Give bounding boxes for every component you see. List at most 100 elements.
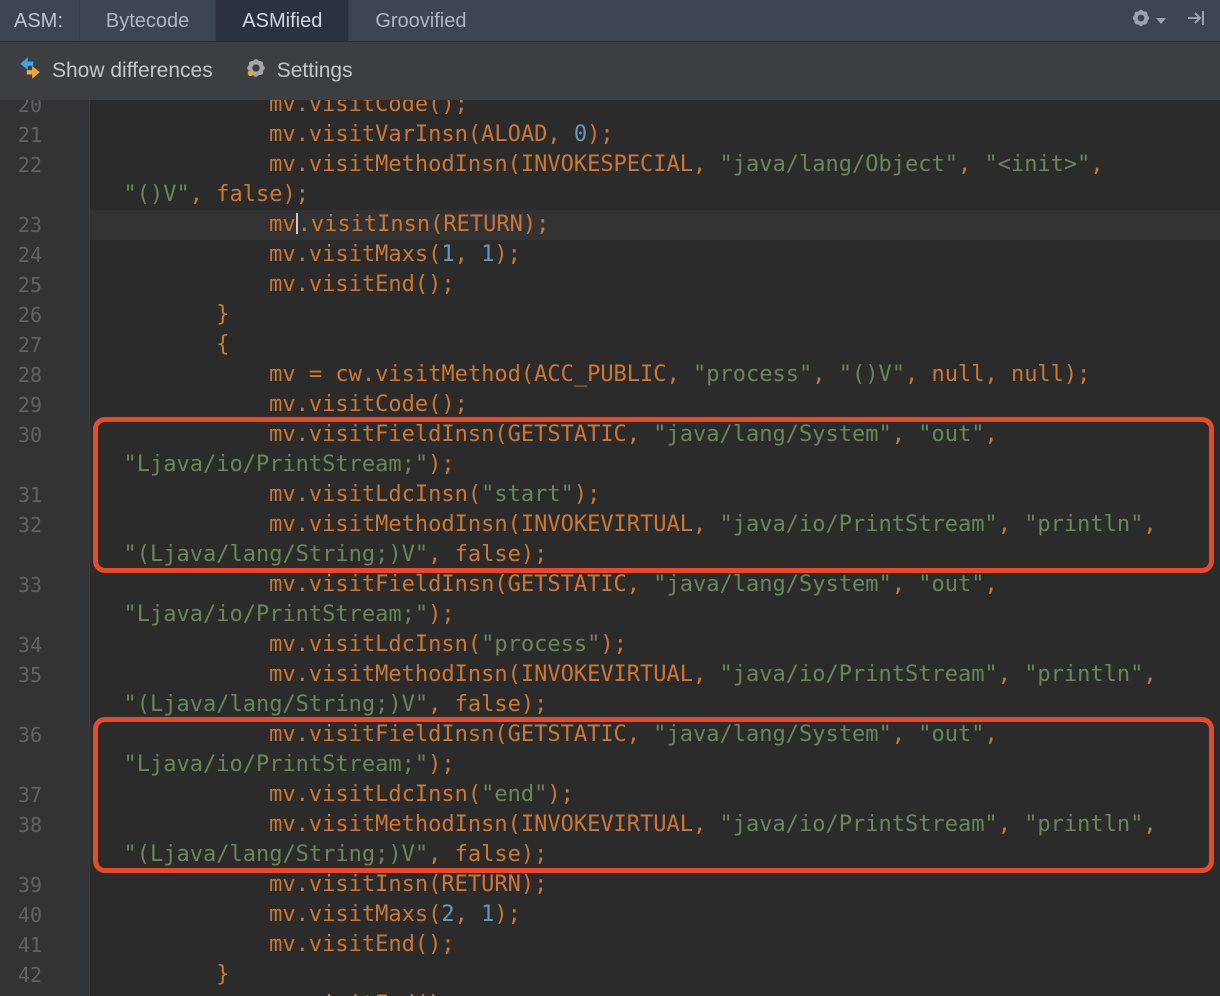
code-token: ); (494, 902, 521, 927)
gutter[interactable]: 32 (0, 510, 90, 540)
code-line[interactable]: 41 mv.visitEnd(); (0, 930, 1220, 960)
line-number: 31 (0, 480, 42, 510)
gutter[interactable]: 34 (0, 630, 90, 660)
code-token: ); (428, 602, 455, 627)
gutter[interactable]: 36 (0, 720, 90, 750)
code-line[interactable]: 33 mv.visitFieldInsn(GETSTATIC, "java/la… (0, 570, 1220, 600)
code-line[interactable]: "()V", false); (0, 180, 1220, 210)
gutter[interactable]: 43 (0, 990, 90, 996)
line-number: 40 (0, 900, 42, 930)
code-line[interactable]: "(Ljava/lang/String;)V", false); (0, 540, 1220, 570)
gutter[interactable] (0, 750, 90, 780)
line-number: 29 (0, 390, 42, 420)
gutter[interactable] (0, 450, 90, 480)
code-line[interactable]: 30 mv.visitFieldInsn(GETSTATIC, "java/la… (0, 420, 1220, 450)
gutter[interactable]: 42 (0, 960, 90, 990)
code-line[interactable]: "Ljava/io/PrintStream;"); (0, 450, 1220, 480)
code-line[interactable]: 20 mv.visitCode(); (0, 100, 1220, 120)
line-number: 20 (0, 100, 42, 120)
code-line[interactable]: 38 mv.visitMethodInsn(INVOKEVIRTUAL, "ja… (0, 810, 1220, 840)
gutter[interactable]: 37 (0, 780, 90, 810)
tab-asmified[interactable]: ASMified (215, 0, 348, 41)
gutter[interactable] (0, 600, 90, 630)
gutter[interactable]: 22 (0, 150, 90, 180)
gutter[interactable]: 31 (0, 480, 90, 510)
code-line[interactable]: 27 { (0, 330, 1220, 360)
line-number (0, 750, 42, 780)
code-line[interactable]: 40 mv.visitMaxs(2, 1); (0, 900, 1220, 930)
gutter[interactable]: 39 (0, 870, 90, 900)
tab-bytecode[interactable]: Bytecode (79, 0, 215, 41)
code-text: mv.visitInsn(RETURN); (90, 870, 1220, 900)
code-token: mv = cw.visitMethod(ACC_PUBLIC, (97, 362, 693, 387)
code-line[interactable]: 42 } (0, 960, 1220, 990)
tab-groovified[interactable]: Groovified (348, 0, 492, 41)
gutter[interactable]: 27 (0, 330, 90, 360)
code-line[interactable]: 23 mv.visitInsn(RETURN); (0, 210, 1220, 240)
header-actions (1129, 0, 1220, 41)
gutter[interactable]: 21 (0, 120, 90, 150)
code-line[interactable]: 28 mv = cw.visitMethod(ACC_PUBLIC, "proc… (0, 360, 1220, 390)
code-token: mv (97, 212, 296, 237)
code-token: "Ljava/io/PrintStream;" (124, 602, 429, 627)
code-line[interactable]: "(Ljava/lang/String;)V", false); (0, 840, 1220, 870)
gutter[interactable] (0, 690, 90, 720)
code-line[interactable]: 37 mv.visitLdcInsn("end"); (0, 780, 1220, 810)
gutter[interactable]: 38 (0, 810, 90, 840)
code-token: ); (494, 242, 521, 267)
gutter[interactable]: 20 (0, 100, 90, 120)
gutter[interactable]: 28 (0, 360, 90, 390)
code-token: "out" (918, 422, 984, 447)
gutter[interactable]: 33 (0, 570, 90, 600)
gutter[interactable]: 24 (0, 240, 90, 270)
gutter[interactable]: 40 (0, 900, 90, 930)
code-line[interactable]: 21 mv.visitVarInsn(ALOAD, 0); (0, 120, 1220, 150)
gutter[interactable] (0, 840, 90, 870)
code-line[interactable]: 36 mv.visitFieldInsn(GETSTATIC, "java/la… (0, 720, 1220, 750)
code-line[interactable]: 29 mv.visitCode(); (0, 390, 1220, 420)
code-text: mv.visitCode(); (90, 390, 1220, 420)
gutter[interactable] (0, 180, 90, 210)
code-line[interactable]: 31 mv.visitLdcInsn("start"); (0, 480, 1220, 510)
code-line[interactable]: 26 } (0, 300, 1220, 330)
settings-button[interactable]: Settings (243, 55, 353, 87)
code-line[interactable]: 25 mv.visitEnd(); (0, 270, 1220, 300)
gutter[interactable]: 26 (0, 300, 90, 330)
code-text: mv.visitMethodInsn(INVOKEVIRTUAL, "java/… (90, 660, 1220, 690)
settings-gear-icon (243, 55, 269, 87)
code-token: ); (428, 452, 455, 477)
gutter[interactable]: 29 (0, 390, 90, 420)
code-token: "Ljava/io/PrintStream;" (124, 752, 429, 777)
code-line[interactable]: 34 mv.visitLdcInsn("process"); (0, 630, 1220, 660)
code-text: mv.visitFieldInsn(GETSTATIC, "java/lang/… (90, 570, 1220, 600)
gear-menu-button[interactable] (1129, 6, 1166, 35)
gutter[interactable]: 30 (0, 420, 90, 450)
code-token: mv.visitFieldInsn(GETSTATIC, (97, 422, 653, 447)
code-line[interactable]: 32 mv.visitMethodInsn(INVOKEVIRTUAL, "ja… (0, 510, 1220, 540)
code-line[interactable]: 35 mv.visitMethodInsn(INVOKEVIRTUAL, "ja… (0, 660, 1220, 690)
code-text: "Ljava/io/PrintStream;"); (90, 600, 1220, 630)
code-line[interactable]: 39 mv.visitInsn(RETURN); (0, 870, 1220, 900)
gutter[interactable]: 35 (0, 660, 90, 690)
code-line[interactable]: "Ljava/io/PrintStream;"); (0, 600, 1220, 630)
code-token: ); (600, 632, 627, 657)
gutter[interactable]: 41 (0, 930, 90, 960)
code-editor[interactable]: 20 mv.visitCode();21 mv.visitVarInsn(ALO… (0, 100, 1220, 996)
code-line[interactable]: 22 mv.visitMethodInsn(INVOKESPECIAL, "ja… (0, 150, 1220, 180)
show-differences-button[interactable]: Show differences (16, 54, 213, 88)
hide-button[interactable] (1186, 7, 1208, 34)
code-token: "java/lang/Object" (720, 152, 958, 177)
gutter[interactable] (0, 540, 90, 570)
code-token: "end" (481, 782, 547, 807)
code-text: { (90, 330, 1220, 360)
code-token (97, 452, 124, 477)
code-token: 2 (441, 902, 454, 927)
code-line[interactable]: 43 cw.visitEnd(); (0, 990, 1220, 996)
code-line[interactable]: "Ljava/io/PrintStream;"); (0, 750, 1220, 780)
gutter[interactable]: 23 (0, 210, 90, 240)
line-number: 36 (0, 720, 42, 750)
gutter[interactable]: 25 (0, 270, 90, 300)
code-line[interactable]: "(Ljava/lang/String;)V", false); (0, 690, 1220, 720)
code-token (97, 602, 124, 627)
code-line[interactable]: 24 mv.visitMaxs(1, 1); (0, 240, 1220, 270)
